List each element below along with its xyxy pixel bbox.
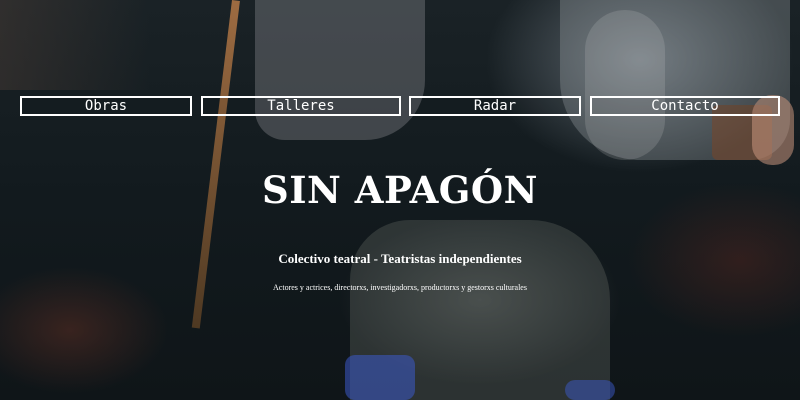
nav-link-talleres[interactable]: Talleres — [201, 96, 401, 116]
background-cane — [191, 0, 240, 329]
background-sock — [345, 355, 415, 400]
background-wall — [0, 0, 150, 90]
background-ruffle — [585, 10, 665, 160]
page-subtitle: Colectivo teatral - Teatristas independi… — [278, 251, 522, 266]
nav-link-obras[interactable]: Obras — [20, 96, 192, 116]
background-sock — [565, 380, 615, 400]
page-tagline: Actores y actrices, directorxs, investig… — [273, 283, 527, 292]
page-title: SIN APAGÓN — [262, 168, 538, 212]
nav-link-radar[interactable]: Radar — [409, 96, 581, 116]
background-coat — [255, 0, 425, 140]
hero-section: Obras Talleres Radar Contacto SIN APAGÓN… — [0, 0, 800, 400]
nav-link-contacto[interactable]: Contacto — [590, 96, 780, 116]
